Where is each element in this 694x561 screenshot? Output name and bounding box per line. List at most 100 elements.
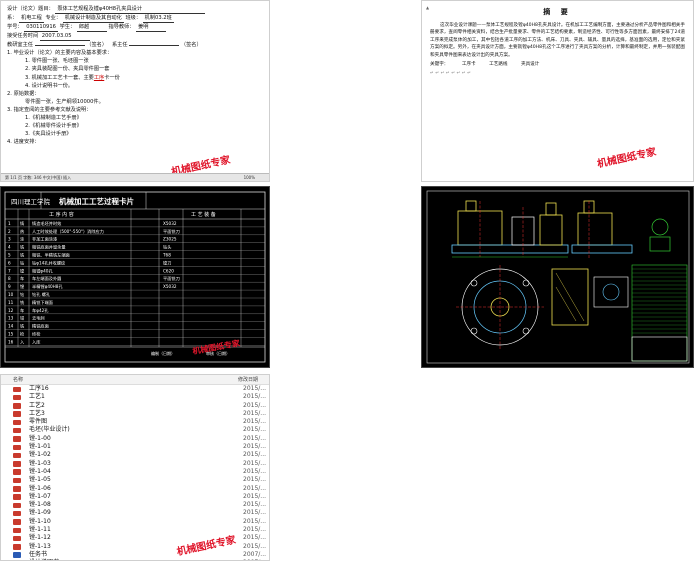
keywords-line: 关键字： 工序卡 工艺路线 夹具设计	[430, 62, 540, 68]
file-item[interactable]: 镗-1-00 2015/...	[1, 435, 269, 443]
abstract-body: 这次毕业设计课题——泵体工艺规程及镗φ40H8孔夹具设计。在机加工工艺编制方面，…	[430, 22, 685, 58]
file-date: 2015/...	[243, 459, 267, 467]
file-item[interactable]: 镗-1-05 2015/...	[1, 476, 269, 484]
file-item[interactable]: 毛坯(毕业设计) 2015/...	[1, 426, 269, 434]
file-date: 2015/...	[243, 443, 267, 451]
file-item[interactable]: 镗-1-09 2015/...	[1, 509, 269, 517]
file-date: 2015/...	[243, 484, 267, 492]
file-name: 镗-1-03	[29, 459, 51, 467]
file-item[interactable]: 镗-1-10 2015/...	[1, 518, 269, 526]
step-type: 铸	[20, 220, 24, 226]
file-date: 2015/...	[243, 434, 267, 442]
process-card-drawing: 四川理工学院 机械加工工艺过程卡片 工 序 内 容 工 艺 装 备 1 铸 铸造毛坯…	[0, 186, 270, 368]
step-type: 钳	[20, 315, 24, 322]
autocad-file-icon	[13, 403, 21, 409]
step-content: 终检	[32, 331, 41, 338]
card-title: 机械加工工艺过程卡片	[59, 196, 134, 206]
autocad-file-icon	[13, 519, 21, 525]
step-type: 铣	[20, 252, 25, 259]
step-content: 半精镗φ40H8孔	[32, 283, 63, 290]
section-4-heading: 4. 进度安排：	[7, 139, 40, 145]
step-type: 钻	[20, 259, 24, 266]
step-number: 7	[8, 268, 11, 273]
file-date: 2015/...	[243, 426, 267, 434]
equipment: T68	[162, 253, 171, 258]
step-type: 涂	[20, 236, 25, 242]
step-content: 人工时效处理（500°-550°）消除应力	[32, 228, 104, 235]
file-name: 镗-1-07	[29, 492, 51, 500]
file-date: 2015/...	[243, 409, 267, 417]
step-content: 精铣下端面	[32, 299, 53, 306]
thesis-title: 泵体工艺规程及镗φ40H8孔夹具设计	[55, 5, 206, 15]
step-number: 6	[8, 260, 11, 265]
step-type: 入	[20, 339, 25, 344]
file-name: 镗-1-09	[29, 509, 51, 517]
autocad-file-icon	[13, 427, 21, 434]
autocad-file-icon	[13, 494, 21, 500]
file-date: 2015/...	[243, 467, 267, 475]
step-type: 镗	[20, 283, 24, 290]
file-name: 镗-1-00	[29, 434, 51, 442]
step-type: 热	[20, 228, 25, 235]
step-content: 去毛刺	[32, 315, 45, 322]
front-view	[451, 200, 569, 258]
column-date[interactable]: 修改日期	[238, 375, 258, 385]
zoom-level[interactable]: 100%	[244, 174, 255, 181]
top-view	[456, 265, 544, 349]
section-1-heading: 1. 毕业设计（论文）的主要内容及基本要求：	[7, 50, 113, 57]
column-name[interactable]: 名称	[13, 375, 23, 385]
process-card-svg: 四川理工学院 机械加工工艺过程卡片 工 序 内 容 工 艺 装 备 1 铸 铸造毛坯…	[4, 191, 266, 363]
file-name: 任务书	[29, 550, 48, 558]
step-number: 8	[8, 276, 11, 281]
step-type: 钻	[20, 291, 24, 298]
equipment: 镗刀	[163, 259, 171, 266]
file-date: 2015/...	[243, 385, 267, 392]
step-content: 钻φ14孔并攻螺纹	[32, 259, 66, 266]
file-explorer: 名称 修改日期 工序16 2015/... 工艺1 2015/... 工艺2 2015/.…	[0, 374, 270, 561]
word-document-icon	[13, 552, 21, 558]
file-date: 2015/...	[243, 476, 267, 484]
watermark: 机械图纸专家	[596, 146, 658, 171]
autocad-file-icon	[13, 486, 21, 492]
step-number: 15	[8, 332, 14, 337]
file-item[interactable]: 镗-1-03 2015/...	[1, 460, 269, 468]
step-content: 精铣底面	[32, 323, 49, 330]
step-number: 3	[8, 237, 11, 242]
autocad-file-icon	[13, 469, 21, 475]
file-date: 2007/...	[243, 550, 267, 558]
file-name: 镗-1-12	[29, 534, 51, 542]
file-date: 2015/...	[243, 534, 267, 542]
file-list-header: 名称 修改日期	[1, 375, 269, 385]
abstract-title: 摘 要	[543, 8, 572, 16]
file-date: 2015/...	[243, 418, 267, 426]
abstract-document: ▲ 摘 要 这次毕业设计课题——泵体工艺规程及镗φ40H8孔夹具设计。在机加工工…	[421, 0, 694, 182]
section-view	[551, 268, 629, 326]
file-name: 毛坯(毕业设计)	[29, 426, 70, 434]
file-name: 镗-1-10	[29, 517, 51, 525]
file-item[interactable]: 镗-1-06 2015/...	[1, 485, 269, 493]
file-item[interactable]: 镗-1-07 2015/...	[1, 493, 269, 501]
step-content: 铸造毛坯并时效	[32, 220, 62, 227]
file-date: 2015/...	[243, 526, 267, 534]
equipment: 平面铣刀	[163, 228, 180, 235]
col-process: 工 序 内 容	[49, 211, 74, 218]
step-number: 4	[8, 245, 11, 250]
step-number: 1	[8, 221, 11, 226]
autocad-file-icon	[13, 411, 21, 417]
autocad-file-icon	[13, 544, 21, 550]
school-name: 四川理工学院	[11, 197, 51, 206]
file-date: 2015/...	[243, 501, 267, 509]
task-book-document: 设计（论文）题目： 泵体工艺规程及镗φ40H8孔夹具设计 系： 机电工程 专业：…	[0, 0, 270, 182]
autocad-file-icon	[13, 386, 21, 392]
step-number: 13	[8, 316, 14, 321]
file-item[interactable]: 镗-1-02 2015/...	[1, 451, 269, 459]
step-content: 车左端面及外圆	[32, 275, 61, 282]
file-item[interactable]: 工艺3 2015/...	[1, 410, 269, 418]
file-item[interactable]: 任务书 2007/...	[1, 551, 269, 559]
dept-line: 系： 机电工程 专业： 机械设计制造及其自动化 班级： 机制03.2班	[7, 14, 263, 24]
file-item[interactable]: 工艺2 2015/...	[1, 402, 269, 410]
autocad-file-icon	[13, 436, 21, 442]
file-item[interactable]: 工艺1 2015/...	[1, 393, 269, 401]
equipment: 钻头	[163, 244, 171, 251]
file-name: 镗-1-13	[29, 542, 51, 550]
